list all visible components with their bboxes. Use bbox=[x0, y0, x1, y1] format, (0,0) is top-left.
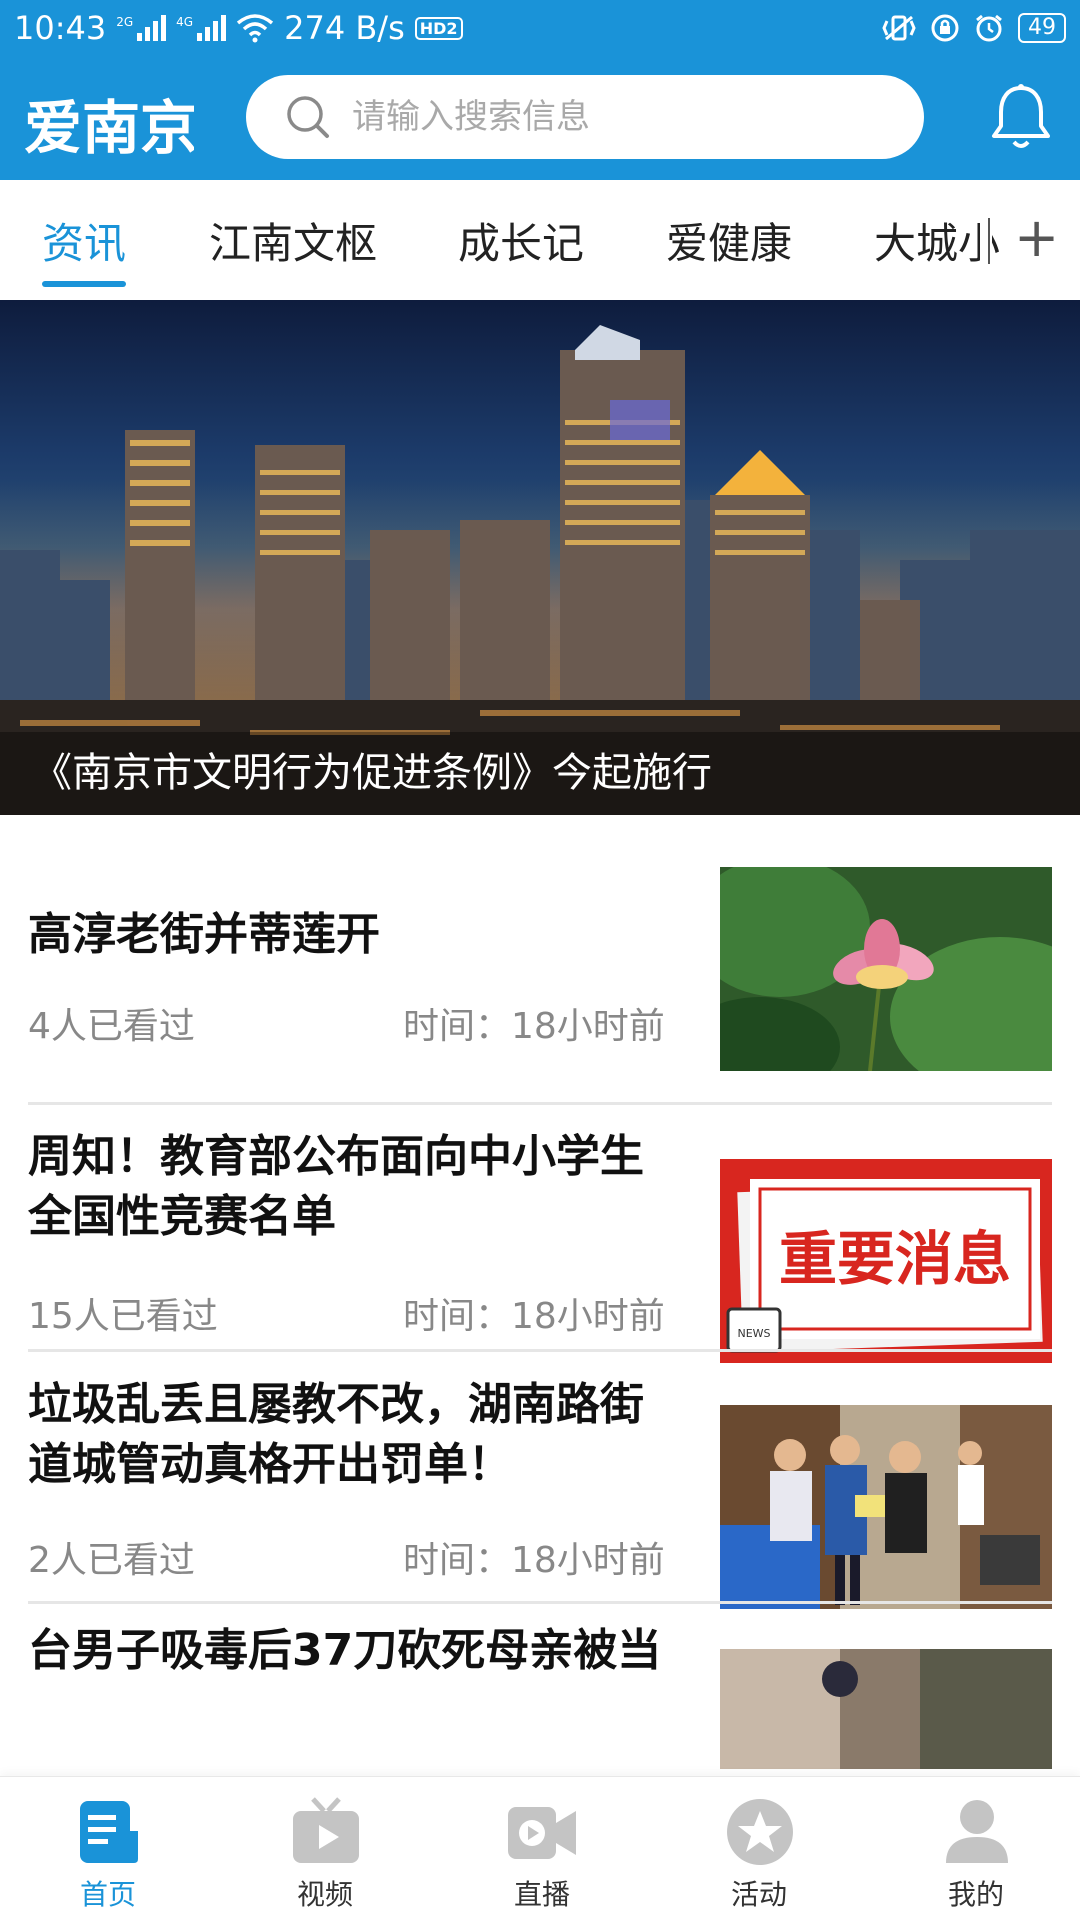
banner-caption: 《南京市文明行为促进条例》今起施行 bbox=[0, 732, 1080, 815]
add-tab-button[interactable]: + bbox=[1014, 208, 1059, 268]
news-time: 时间：18小时前 bbox=[403, 1540, 665, 1581]
nav-live[interactable]: 直播 bbox=[472, 1777, 612, 1920]
news-thumbnail: 重要消息 NEWS bbox=[720, 1159, 1052, 1363]
nav-video[interactable]: 视频 bbox=[255, 1777, 395, 1920]
news-title: 台男子吸毒后37刀砍死母亲被当 bbox=[28, 1625, 662, 1676]
tab-scroll-mask bbox=[980, 180, 992, 300]
news-divider bbox=[28, 1102, 1052, 1105]
nav-activity[interactable]: 活动 bbox=[689, 1777, 829, 1920]
nav-home[interactable]: 首页 bbox=[38, 1777, 178, 1920]
tab-news[interactable]: 资讯 bbox=[42, 210, 126, 271]
active-tab-indicator bbox=[42, 281, 126, 287]
tv-play-icon bbox=[293, 1797, 359, 1863]
status-bar: 10:43 2G 4G 274 B/s HD2 49 bbox=[0, 0, 1080, 56]
app-header: 爱南京 bbox=[0, 56, 1080, 180]
search-input[interactable] bbox=[352, 97, 872, 137]
nav-video-label: 视频 bbox=[296, 1878, 353, 1911]
important-news-image: 重要消息 NEWS bbox=[720, 1159, 1052, 1363]
featured-banner[interactable]: 《南京市文明行为促进条例》今起施行 bbox=[0, 300, 1080, 815]
news-thumbnail bbox=[720, 867, 1052, 1071]
news-title: 高淳老街并蒂莲开 bbox=[28, 909, 380, 960]
video-camera-icon bbox=[508, 1807, 576, 1859]
news-views: 15人已看过 bbox=[28, 1296, 218, 1337]
tab-growth-diary[interactable]: 成长记 bbox=[458, 210, 584, 271]
hd-voice-badge: HD2 bbox=[414, 16, 463, 40]
notification-bell-icon[interactable] bbox=[988, 82, 1054, 154]
network-speed: 274 B/s bbox=[284, 9, 405, 47]
alarm-icon bbox=[976, 14, 1002, 42]
logo-text: 爱南京 bbox=[24, 94, 194, 162]
thumb-important-text: 重要消息 bbox=[779, 1225, 1011, 1293]
nav-profile[interactable]: 我的 bbox=[906, 1777, 1046, 1920]
news-thumbnail bbox=[720, 1405, 1052, 1609]
tab-jiangnan-wenshu[interactable]: 江南文枢 bbox=[209, 210, 377, 271]
signal-icon: 2G bbox=[116, 15, 167, 41]
news-title: 垃圾乱丢且屡教不改，湖南路街道城管动真格开出罚单！ bbox=[28, 1379, 644, 1490]
search-icon bbox=[287, 96, 329, 138]
wifi-icon bbox=[236, 14, 274, 43]
officers-image bbox=[720, 1405, 1052, 1609]
star-icon bbox=[727, 1799, 793, 1865]
nav-home-label: 首页 bbox=[79, 1878, 136, 1911]
app-root: 10:43 2G 4G 274 B/s HD2 49 爱南京 请输入搜索信息 资… bbox=[0, 0, 1080, 1920]
tab-love-health[interactable]: 爱健康 bbox=[666, 210, 792, 271]
bottom-navigation: 首页 视频 直播 活动 我的 bbox=[0, 1776, 1080, 1920]
tab-separator bbox=[988, 218, 990, 264]
category-tabs: 资讯 江南文枢 成长记 爱健康 大城小 + bbox=[0, 180, 1080, 300]
nav-live-label: 直播 bbox=[513, 1878, 570, 1911]
status-time: 10:43 bbox=[14, 9, 107, 47]
news-title: 周知！教育部公布面向中小学生全国性竞赛名单 bbox=[28, 1131, 644, 1242]
signal-icon-2: 4G bbox=[176, 15, 227, 41]
news-divider bbox=[28, 1349, 1052, 1352]
thumb-news-tag: NEWS bbox=[737, 1327, 770, 1340]
news-divider bbox=[28, 1601, 1052, 1604]
news-time: 时间：18小时前 bbox=[403, 1006, 665, 1047]
vibrate-icon bbox=[882, 15, 916, 41]
battery-indicator: 49 bbox=[1018, 13, 1066, 43]
news-views: 4人已看过 bbox=[28, 1006, 195, 1047]
lock-rotation-icon bbox=[931, 14, 959, 42]
user-icon bbox=[946, 1800, 1008, 1863]
news-views: 2人已看过 bbox=[28, 1540, 195, 1581]
home-doc-icon bbox=[80, 1801, 138, 1863]
nav-profile-label: 我的 bbox=[947, 1878, 1004, 1911]
news-thumbnail bbox=[720, 1649, 1052, 1769]
nav-activity-label: 活动 bbox=[730, 1878, 787, 1911]
app-logo: 爱南京 bbox=[24, 94, 194, 162]
news-time: 时间：18小时前 bbox=[403, 1296, 665, 1337]
search-bar[interactable] bbox=[246, 75, 924, 159]
partial-news-image bbox=[720, 1649, 1052, 1769]
lotus-image bbox=[720, 867, 1052, 1071]
